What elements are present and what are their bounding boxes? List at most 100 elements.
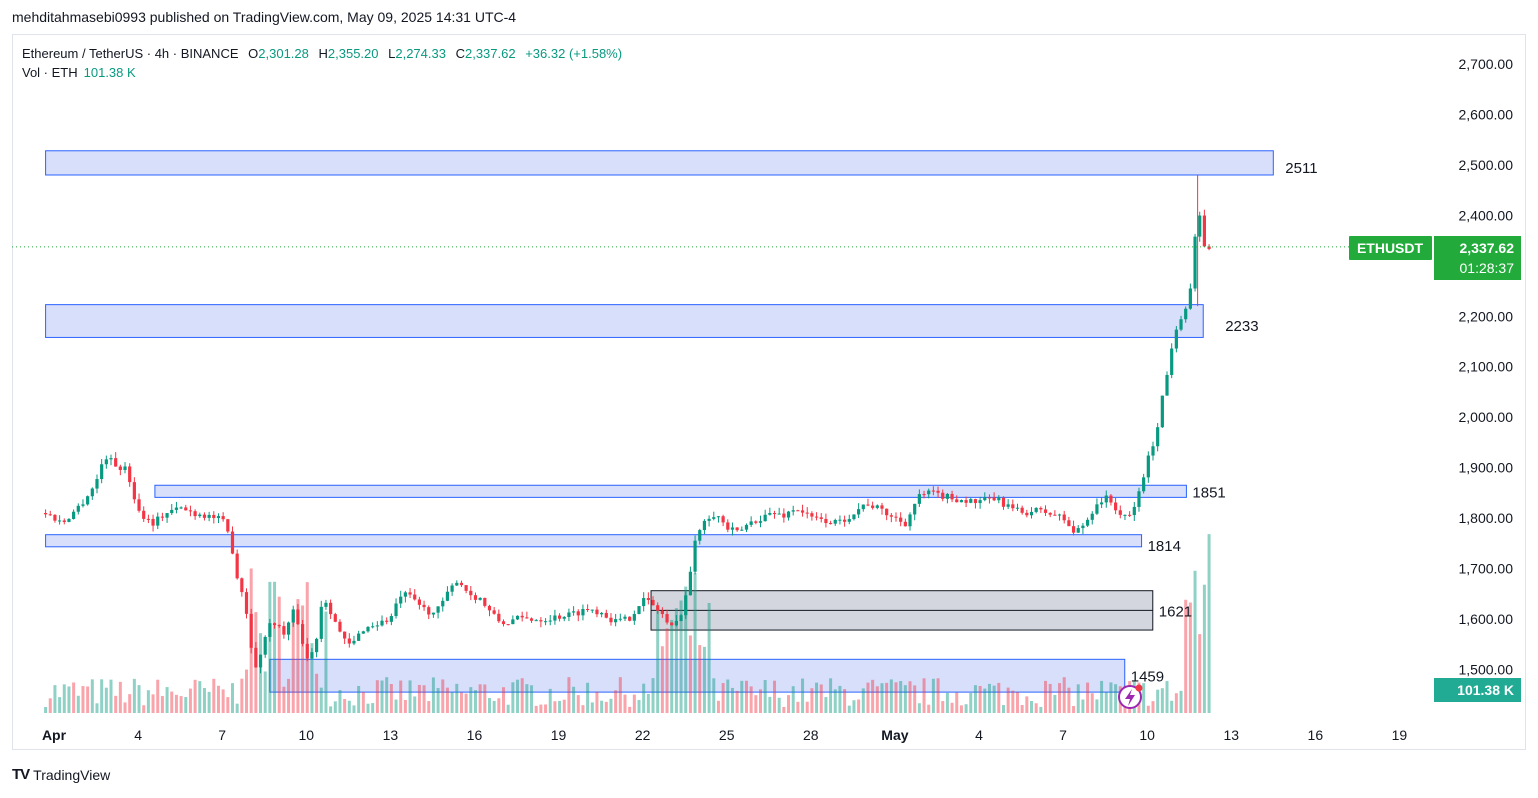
volume-bar xyxy=(179,696,183,713)
zone-2233[interactable] xyxy=(45,304,1204,338)
candle-body xyxy=(244,592,249,614)
candle-body xyxy=(931,490,935,492)
volume-bar xyxy=(941,701,945,713)
volume-bar xyxy=(1072,706,1076,713)
candle-body xyxy=(754,521,758,523)
volume-bar xyxy=(1095,699,1099,713)
candle-body xyxy=(427,607,431,615)
volume-bar xyxy=(558,700,562,713)
candle-body xyxy=(170,509,174,514)
notification-dot-icon xyxy=(1135,684,1143,692)
y-tick-label: 2,700.00 xyxy=(1459,56,1514,72)
candle-body xyxy=(1165,374,1169,396)
zone-2511[interactable] xyxy=(45,150,1274,176)
volume-bar xyxy=(525,684,529,713)
zone-1814[interactable] xyxy=(45,534,1143,548)
volume-bar xyxy=(572,686,576,713)
volume-bar xyxy=(357,685,361,713)
candle-body xyxy=(95,479,99,489)
candle-body xyxy=(889,515,893,517)
volume-bar xyxy=(380,680,384,713)
candle-body xyxy=(936,490,940,493)
volume-bar xyxy=(782,706,786,713)
candle-body xyxy=(1132,506,1136,516)
candle-body xyxy=(721,516,725,523)
volume-bar xyxy=(660,646,664,713)
candlestick-chart[interactable]: 2511 2233 1851 1814 1621 1459 2,700.00 2,600.00… xyxy=(0,0,1538,798)
candle-body xyxy=(740,529,744,531)
volume-bar xyxy=(997,682,1001,713)
zone-1459[interactable] xyxy=(269,658,1126,693)
volume-bar xyxy=(268,581,272,713)
candle-body xyxy=(1207,246,1211,249)
candle-body xyxy=(670,622,674,626)
candle-body xyxy=(1006,504,1010,507)
volume-label: Vol · ETH xyxy=(22,65,78,80)
symbol-label[interactable]: Ethereum / TetherUS · 4h · BINANCE xyxy=(22,46,239,61)
candle-body xyxy=(506,624,510,626)
candle-body xyxy=(777,513,781,515)
volume-bar xyxy=(847,705,851,713)
candle-body xyxy=(941,492,945,499)
volume-bar xyxy=(1174,693,1178,713)
volume-bar xyxy=(417,684,421,713)
candle-body xyxy=(712,517,716,519)
candle-body xyxy=(927,490,931,495)
candle-body xyxy=(100,464,104,480)
volume-bar xyxy=(604,701,608,713)
candle-body xyxy=(1170,348,1174,375)
candle-body xyxy=(198,514,202,517)
candle-body xyxy=(123,466,127,470)
volume-bar xyxy=(235,703,239,713)
candle-body xyxy=(315,638,319,653)
candle-body xyxy=(212,514,216,519)
candle-body xyxy=(128,466,132,483)
candle-body xyxy=(604,612,608,618)
volume-bar xyxy=(441,679,445,713)
volume-bar xyxy=(263,671,267,713)
candle-body xyxy=(319,606,323,639)
candle-body xyxy=(417,599,421,605)
volume-bar xyxy=(665,628,669,713)
y-tick-label: 2,000.00 xyxy=(1459,409,1514,425)
candle-body xyxy=(76,505,80,512)
volume-bar xyxy=(562,699,566,713)
volume-bar xyxy=(899,681,903,713)
volume-bar xyxy=(221,689,225,713)
candle-body xyxy=(459,582,464,586)
candle-body xyxy=(413,594,417,600)
candle-body xyxy=(973,499,978,504)
volume-bar xyxy=(1090,693,1094,713)
volume-bar xyxy=(945,692,949,713)
candle-body xyxy=(917,494,921,504)
candle-body xyxy=(478,597,482,600)
volume-bar xyxy=(544,704,548,713)
y-tick-label: 1,800.00 xyxy=(1459,510,1514,526)
candle-body xyxy=(824,518,828,524)
candle-body xyxy=(1039,507,1043,510)
volume-bar xyxy=(829,678,833,713)
volume-bar xyxy=(1039,706,1043,713)
volume-bar xyxy=(1142,683,1146,713)
volume-bar xyxy=(637,699,641,713)
volume-bar xyxy=(787,695,791,713)
volume-bar xyxy=(202,687,206,713)
candle-body xyxy=(698,530,702,541)
volume-bar xyxy=(586,682,590,713)
candle-body xyxy=(441,600,445,607)
volume-bar xyxy=(730,687,734,713)
volume-bar xyxy=(114,695,118,713)
volume-bar xyxy=(646,693,650,713)
volume-bar xyxy=(833,689,837,713)
candle-body xyxy=(333,614,337,622)
volume-bar xyxy=(1114,684,1118,713)
volume-bar xyxy=(702,646,706,713)
volume-bar xyxy=(852,700,856,713)
candle-body xyxy=(469,590,473,596)
volume-bar xyxy=(973,685,977,713)
volume-bar xyxy=(184,697,188,713)
zone-1851[interactable] xyxy=(154,484,1187,498)
candle-body xyxy=(814,516,819,518)
volume-bar xyxy=(389,684,393,713)
candle-body xyxy=(543,621,548,623)
